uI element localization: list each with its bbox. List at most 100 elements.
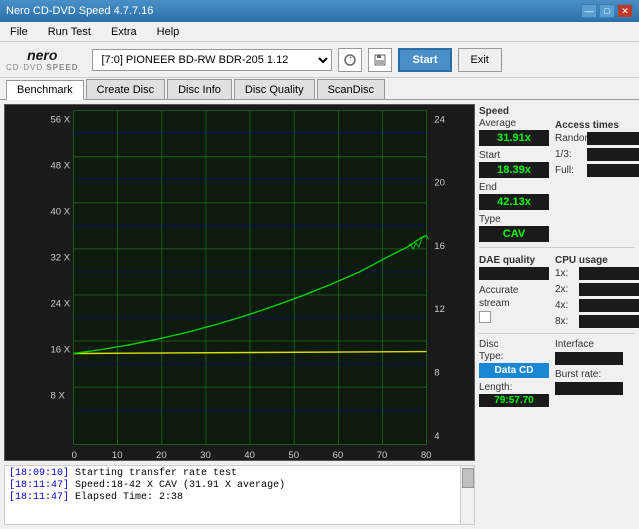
svg-text:20: 20	[434, 178, 445, 189]
cpu-1x-row: 1x:	[555, 267, 639, 280]
cpu-1x-value	[579, 267, 639, 280]
save-button[interactable]	[368, 48, 392, 72]
log-text-1: Starting transfer rate test	[75, 468, 237, 479]
dae-section-title: DAE quality	[479, 255, 549, 266]
log-line-2: [18:11:47] Speed:18-42 X CAV (31.91 X av…	[9, 480, 456, 491]
menu-bar: File Run Test Extra Help	[0, 22, 639, 42]
tab-disc-info[interactable]: Disc Info	[167, 79, 232, 99]
nero-brand-bottom: CD·DVD SPEED	[6, 63, 78, 72]
speed-left-col: Average 31.91x Start 18.39x End 42.13x T…	[479, 118, 549, 242]
title-bar: Nero CD-DVD Speed 4.7.7.16 — □ ✕	[0, 0, 639, 22]
divider-2	[479, 333, 635, 334]
cpu-1x-label: 1x:	[555, 268, 575, 279]
dae-cpu-row: DAE quality Accurate stream CPU usage 1x…	[479, 253, 635, 328]
random-row: Random:	[555, 132, 639, 145]
tab-bar: Benchmark Create Disc Disc Info Disc Qua…	[0, 78, 639, 100]
speed-section: Speed Average 31.91x Start 18.39x End 42…	[479, 104, 635, 242]
disc-length-label: Length:	[479, 382, 549, 393]
random-value	[587, 132, 639, 145]
one-third-row: 1/3:	[555, 148, 639, 161]
interface-label: Interface	[555, 339, 623, 350]
nero-brand-top: nero	[27, 47, 57, 63]
average-label: Average	[479, 118, 549, 129]
toolbar: nero CD·DVD SPEED [7:0] PIONEER BD-RW BD…	[0, 42, 639, 78]
svg-text:16 X: 16 X	[50, 345, 70, 356]
log-text-3: Elapsed Time: 2:38	[75, 492, 183, 503]
refresh-icon	[343, 53, 357, 67]
disc-interface-row: Disc Type: Data CD Length: 79:57.70 Inte…	[479, 339, 635, 407]
exit-button[interactable]: Exit	[458, 48, 502, 72]
stream-label: stream	[479, 298, 510, 309]
accurate-stream-checkbox[interactable]	[479, 311, 491, 323]
svg-text:8: 8	[434, 368, 439, 379]
interface-section: Interface Burst rate:	[555, 339, 623, 407]
log-scroll-thumb[interactable]	[462, 468, 474, 488]
menu-help[interactable]: Help	[151, 24, 186, 40]
dae-section: DAE quality Accurate stream	[479, 253, 549, 328]
interface-value	[555, 352, 623, 365]
tab-create-disc[interactable]: Create Disc	[86, 79, 165, 99]
full-label: Full:	[555, 165, 583, 176]
log-line-3: [18:11:47] Elapsed Time: 2:38	[9, 492, 456, 503]
save-icon	[373, 53, 387, 67]
type-label: Type	[479, 214, 549, 225]
cpu-8x-row: 8x:	[555, 315, 639, 328]
one-third-value	[587, 148, 639, 161]
start-value: 18.39x	[479, 162, 549, 178]
log-time-1: [18:09:10]	[9, 468, 69, 479]
title-bar-controls: — □ ✕	[581, 4, 633, 18]
log-time-2: [18:11:47]	[9, 480, 69, 491]
accurate-label: Accurate	[479, 285, 518, 296]
speed-section-title: Speed	[479, 106, 635, 117]
chart-log-panel: 56 X 48 X 40 X 32 X 24 X 16 X 8 X 24 20 …	[0, 100, 479, 529]
title-bar-text: Nero CD-DVD Speed 4.7.7.16	[6, 5, 153, 17]
start-button[interactable]: Start	[398, 48, 451, 72]
random-label: Random:	[555, 133, 583, 144]
full-row: Full:	[555, 164, 639, 177]
speed-stats: Average 31.91x Start 18.39x End 42.13x T…	[479, 118, 635, 242]
disc-type-sublabel: Type:	[479, 351, 549, 362]
svg-text:4: 4	[434, 431, 440, 442]
menu-file[interactable]: File	[4, 24, 34, 40]
cpu-4x-value	[579, 299, 639, 312]
svg-text:20: 20	[156, 450, 167, 460]
svg-text:48 X: 48 X	[50, 160, 70, 171]
drive-select[interactable]: [7:0] PIONEER BD-RW BDR-205 1.12	[92, 49, 332, 71]
svg-text:70: 70	[377, 450, 388, 460]
log-area: [18:09:10] Starting transfer rate test […	[4, 465, 475, 525]
svg-text:24 X: 24 X	[50, 298, 70, 309]
disc-length-value: 79:57.70	[479, 394, 549, 407]
disc-info-section: Disc Type: Data CD Length: 79:57.70	[479, 339, 549, 407]
menu-run-test[interactable]: Run Test	[42, 24, 97, 40]
menu-extra[interactable]: Extra	[105, 24, 143, 40]
svg-text:40: 40	[244, 450, 255, 460]
end-label: End	[479, 182, 549, 193]
svg-text:16: 16	[434, 241, 445, 252]
cpu-2x-label: 2x:	[555, 284, 575, 295]
cpu-4x-row: 4x:	[555, 299, 639, 312]
svg-text:50: 50	[288, 450, 299, 460]
svg-text:24: 24	[434, 114, 445, 125]
tab-scan-disc[interactable]: ScanDisc	[317, 79, 385, 99]
cpu-8x-value	[579, 315, 639, 328]
app-title: Nero CD-DVD Speed 4.7.7.16	[6, 5, 153, 17]
disc-type-label: Disc	[479, 339, 549, 350]
svg-text:12: 12	[434, 304, 445, 315]
log-content: [18:09:10] Starting transfer rate test […	[5, 466, 460, 524]
minimize-button[interactable]: —	[581, 4, 597, 18]
end-value: 42.13x	[479, 194, 549, 210]
cpu-2x-row: 2x:	[555, 283, 639, 296]
divider-1	[479, 247, 635, 248]
close-button[interactable]: ✕	[617, 4, 633, 18]
refresh-drive-button[interactable]	[338, 48, 362, 72]
tab-benchmark[interactable]: Benchmark	[6, 80, 84, 100]
svg-text:56 X: 56 X	[50, 114, 70, 125]
right-panel: Speed Average 31.91x Start 18.39x End 42…	[479, 100, 639, 529]
cpu-section-title: CPU usage	[555, 255, 639, 266]
maximize-button[interactable]: □	[599, 4, 615, 18]
log-time-3: [18:11:47]	[9, 492, 69, 503]
disc-label: Disc	[479, 339, 498, 350]
log-scrollbar[interactable]	[460, 466, 474, 524]
log-text-2: Speed:18-42 X CAV (31.91 X average)	[75, 480, 285, 491]
tab-disc-quality[interactable]: Disc Quality	[234, 79, 315, 99]
